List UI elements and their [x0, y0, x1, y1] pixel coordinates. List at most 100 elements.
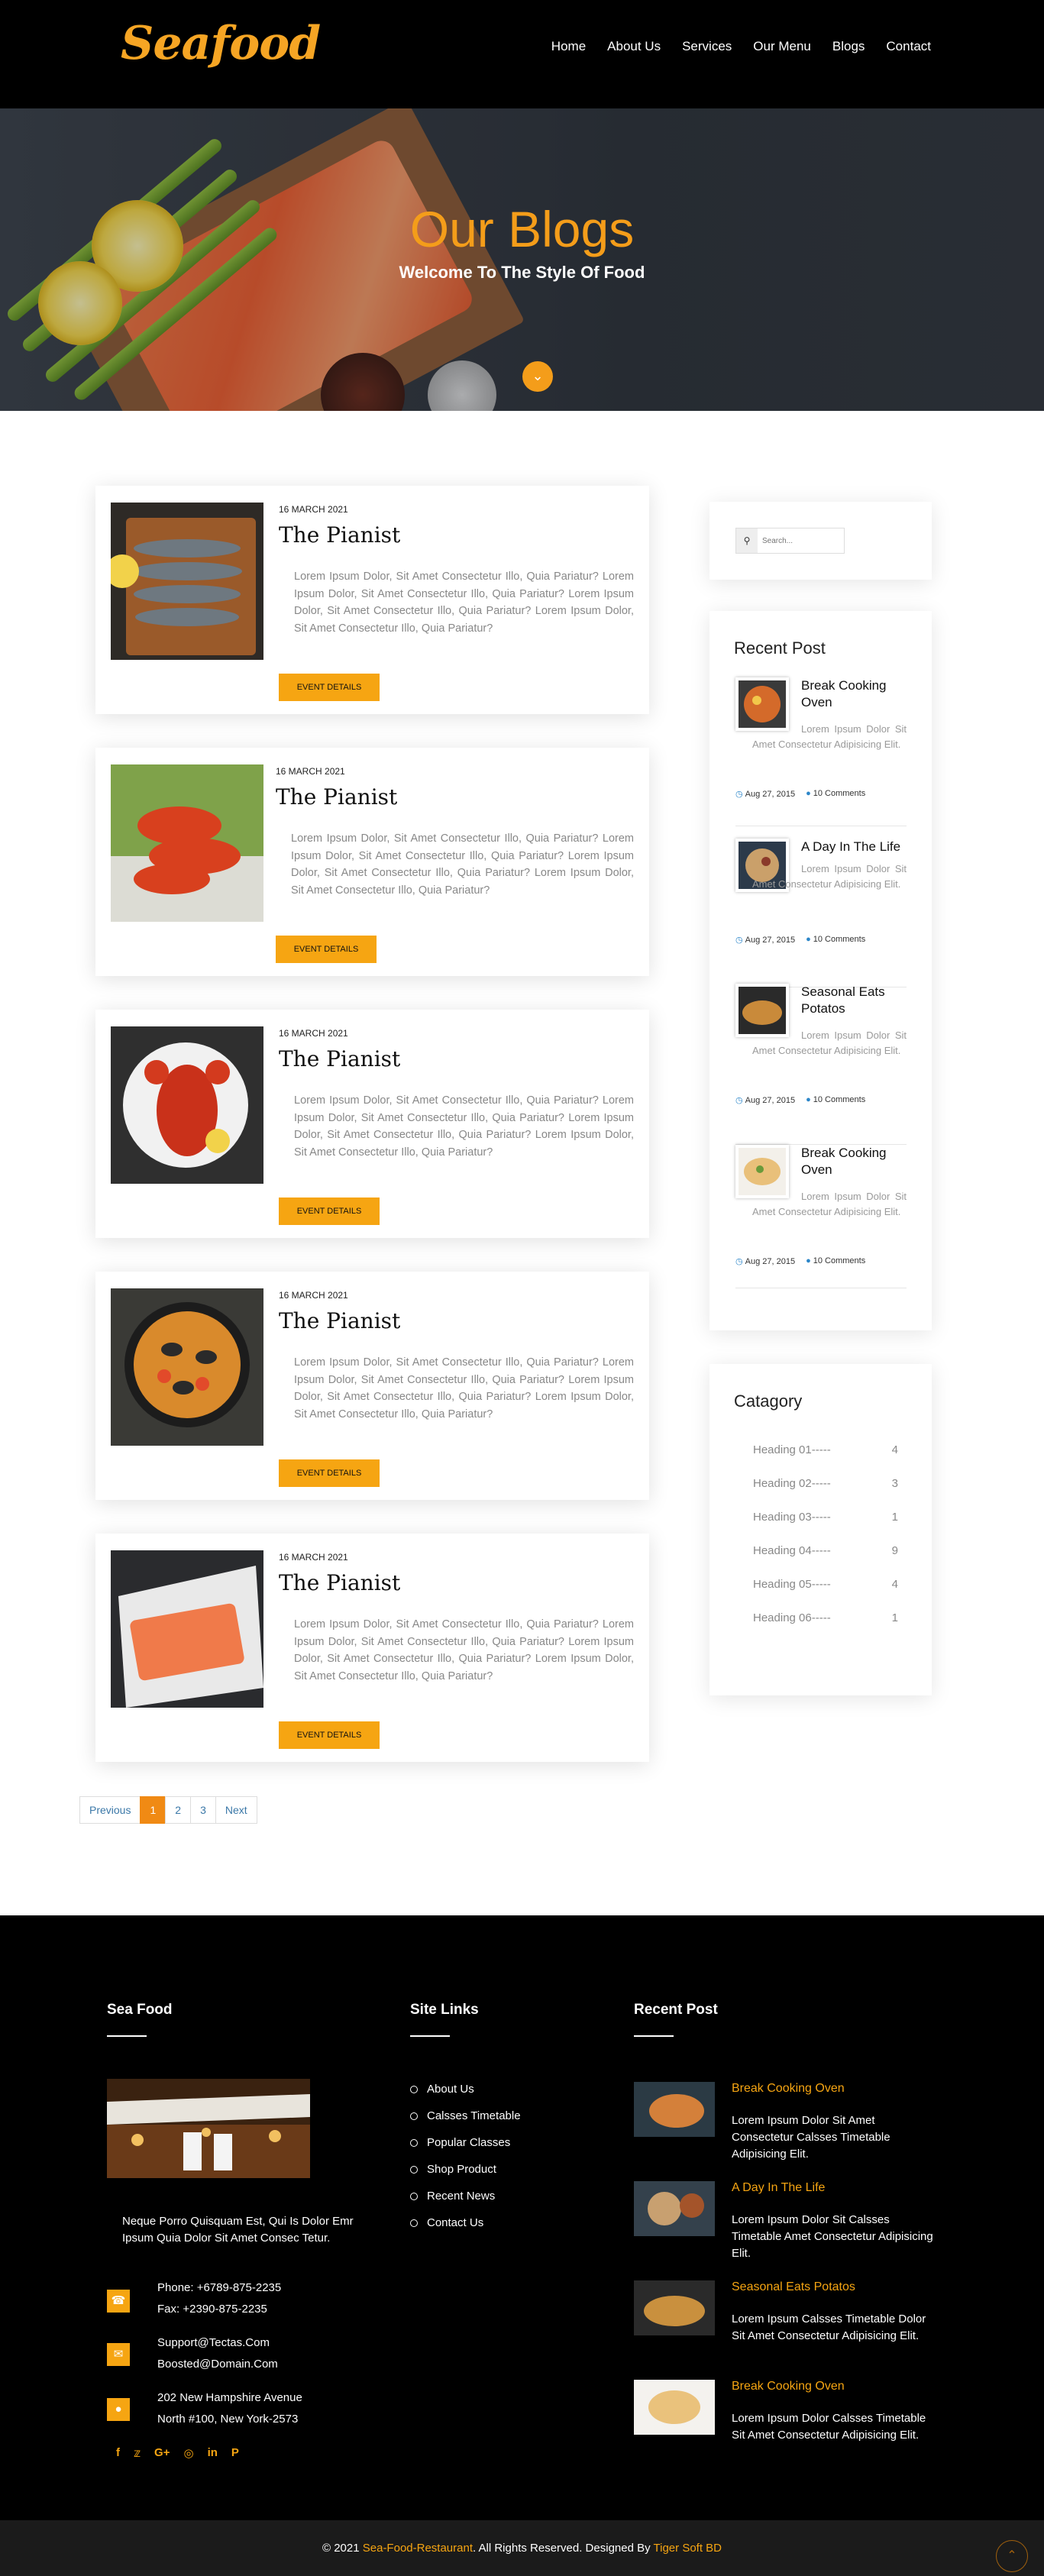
footer-recent-thumbnail[interactable]: [634, 2181, 715, 2236]
category-name[interactable]: Heading 04-----: [753, 1544, 831, 1557]
footer-recent-thumbnail[interactable]: [634, 2280, 715, 2335]
footer-link-contact-us[interactable]: Contact Us: [410, 2209, 521, 2236]
site-logo[interactable]: Seafood: [121, 17, 321, 70]
recent-post-title[interactable]: A Day In The Life: [801, 839, 908, 855]
category-name[interactable]: Heading 02-----: [753, 1477, 831, 1490]
phone-icon: ☎: [107, 2290, 130, 2313]
location-pin-icon: ●: [107, 2398, 130, 2421]
footer-recent-title[interactable]: Break Cooking Oven: [732, 2380, 845, 2393]
pinterest-icon[interactable]: P: [231, 2446, 239, 2460]
footer-recent-title[interactable]: A Day In The Life: [732, 2181, 825, 2195]
category-item[interactable]: Heading 06----- 1: [753, 1611, 898, 1624]
event-details-button[interactable]: EVENT DETAILS: [279, 674, 380, 701]
footer-link-classes-timetable[interactable]: Calsses Timetable: [410, 2102, 521, 2129]
search-input[interactable]: [758, 536, 842, 545]
footer-recent-title[interactable]: Seasonal Eats Potatos: [732, 2280, 855, 2294]
nav-contact[interactable]: Contact: [886, 37, 931, 57]
category-name[interactable]: Heading 05-----: [753, 1578, 831, 1591]
pagination-previous[interactable]: Previous: [79, 1796, 141, 1824]
post-title[interactable]: The Pianist: [276, 784, 397, 810]
nav-services[interactable]: Services: [682, 37, 732, 57]
search-icon[interactable]: ⚲: [736, 528, 758, 553]
recent-post-item[interactable]: Break Cooking Oven Lorem Ipsum Dolor Sit…: [735, 677, 907, 826]
category-name[interactable]: Heading 01-----: [753, 1443, 831, 1456]
event-details-button[interactable]: EVENT DETAILS: [279, 1198, 380, 1225]
designer-link[interactable]: Tiger Soft BD: [654, 2542, 722, 2555]
blog-thumbnail-paella[interactable]: [111, 1288, 263, 1446]
footer-recent-post[interactable]: Break Cooking Oven Lorem Ipsum Dolor Sit…: [634, 2082, 939, 2166]
footer-link-recent-news[interactable]: Recent News: [410, 2183, 521, 2209]
blog-thumbnail-shrimp[interactable]: [111, 764, 263, 922]
post-title[interactable]: The Pianist: [279, 522, 400, 548]
category-name[interactable]: Heading 03-----: [753, 1511, 831, 1524]
nav-our-menu[interactable]: Our Menu: [753, 37, 811, 57]
nav-home[interactable]: Home: [551, 37, 586, 57]
blog-thumbnail-sardines[interactable]: [111, 503, 263, 660]
bullet-icon: [410, 2112, 418, 2120]
scroll-down-button[interactable]: ⌄: [522, 361, 553, 392]
google-plus-icon[interactable]: G+: [154, 2446, 170, 2460]
category-name[interactable]: Heading 06-----: [753, 1611, 831, 1624]
footer-recent-post[interactable]: Seasonal Eats Potatos Lorem Ipsum Calsse…: [634, 2280, 939, 2364]
linkedin-icon[interactable]: in: [208, 2446, 218, 2460]
pagination-next[interactable]: Next: [215, 1796, 257, 1824]
post-title[interactable]: The Pianist: [279, 1570, 400, 1595]
footer-email-support[interactable]: Support@Tectas.Com: [157, 2332, 278, 2354]
twitter-icon[interactable]: 𝕫: [134, 2446, 141, 2460]
recent-post-item[interactable]: Break Cooking Oven Lorem Ipsum Dolor Sit…: [735, 1145, 907, 1288]
bullet-icon: [410, 2219, 418, 2227]
recent-post-comments[interactable]: 10 Comments: [813, 935, 865, 944]
pagination-page-1[interactable]: 1: [140, 1796, 166, 1824]
recent-post-title[interactable]: Break Cooking Oven: [801, 677, 908, 711]
copyright-site-link[interactable]: Sea-Food-Restaurant: [363, 2542, 473, 2555]
category-count: 4: [891, 1578, 898, 1591]
post-excerpt: Lorem Ipsum Dolor, Sit Amet Consectetur …: [294, 1618, 634, 1682]
footer-link-about-us[interactable]: About Us: [410, 2076, 521, 2102]
recent-post-title[interactable]: Seasonal Eats Potatos: [801, 984, 908, 1017]
footer-link-shop-product[interactable]: Shop Product: [410, 2156, 521, 2183]
nav-about-us[interactable]: About Us: [607, 37, 661, 57]
footer-recent-title[interactable]: Break Cooking Oven: [732, 2082, 845, 2096]
pagination-page-3[interactable]: 3: [190, 1796, 216, 1824]
category-item[interactable]: Heading 04----- 9: [753, 1544, 898, 1557]
footer-email-boosted[interactable]: Boosted@Domain.Com: [157, 2354, 278, 2375]
hero-subtitle: Welcome To The Style Of Food: [399, 263, 645, 282]
recent-post-comments[interactable]: 10 Comments: [813, 1095, 865, 1104]
footer-recent-thumbnail[interactable]: [634, 2380, 715, 2435]
event-details-button[interactable]: EVENT DETAILS: [279, 1459, 380, 1487]
post-title[interactable]: The Pianist: [279, 1308, 400, 1333]
pagination-page-2[interactable]: 2: [165, 1796, 192, 1824]
recent-post-item[interactable]: Seasonal Eats Potatos Lorem Ipsum Dolor …: [735, 984, 907, 1145]
category-item[interactable]: Heading 02----- 3: [753, 1477, 898, 1490]
search-field[interactable]: ⚲: [735, 528, 845, 554]
footer-recent-post[interactable]: A Day In The Life Lorem Ipsum Dolor Sit …: [634, 2181, 939, 2265]
event-details-button[interactable]: EVENT DETAILS: [279, 1721, 380, 1749]
recent-post-comments[interactable]: 10 Comments: [813, 789, 865, 798]
blog-card: 16 MARCH 2021 The Pianist Lorem Ipsum Do…: [95, 1272, 649, 1500]
back-to-top-button[interactable]: ⌃: [996, 2540, 1028, 2572]
dribbble-icon[interactable]: ◎: [183, 2446, 193, 2460]
facebook-icon[interactable]: f: [116, 2446, 120, 2460]
recent-post-excerpt: Lorem Ipsum Dolor Sit Amet Consectetur A…: [752, 1029, 907, 1056]
footer-recent-post[interactable]: Break Cooking Oven Lorem Ipsum Dolor Cal…: [634, 2380, 939, 2464]
recent-post-date: Aug 27, 2015: [745, 936, 796, 945]
footer-phone[interactable]: Phone: +6789-875-2235: [157, 2277, 281, 2299]
event-details-button[interactable]: EVENT DETAILS: [276, 936, 377, 963]
recent-post-item[interactable]: A Day In The Life Lorem Ipsum Dolor Sit …: [735, 839, 907, 987]
footer-recent-post-heading: Recent Post: [634, 2002, 718, 2018]
category-item[interactable]: Heading 03----- 1: [753, 1511, 898, 1524]
footer-heading-underline: [410, 2035, 450, 2037]
recent-post-comments[interactable]: 10 Comments: [813, 1256, 865, 1265]
blog-thumbnail-lobster[interactable]: [111, 1026, 263, 1184]
hero-title: Our Blogs: [409, 201, 635, 257]
post-title[interactable]: The Pianist: [279, 1046, 400, 1071]
category-heading: Catagory: [734, 1391, 803, 1411]
nav-blogs[interactable]: Blogs: [832, 37, 865, 57]
footer-recent-thumbnail[interactable]: [634, 2082, 715, 2137]
copyright-text: . All Rights Reserved. Designed By: [473, 2542, 651, 2555]
category-item[interactable]: Heading 05----- 4: [753, 1578, 898, 1591]
footer-link-popular-classes[interactable]: Popular Classes: [410, 2129, 521, 2156]
recent-post-title[interactable]: Break Cooking Oven: [801, 1145, 908, 1178]
blog-thumbnail-salmon[interactable]: [111, 1550, 263, 1708]
category-item[interactable]: Heading 01----- 4: [753, 1443, 898, 1456]
